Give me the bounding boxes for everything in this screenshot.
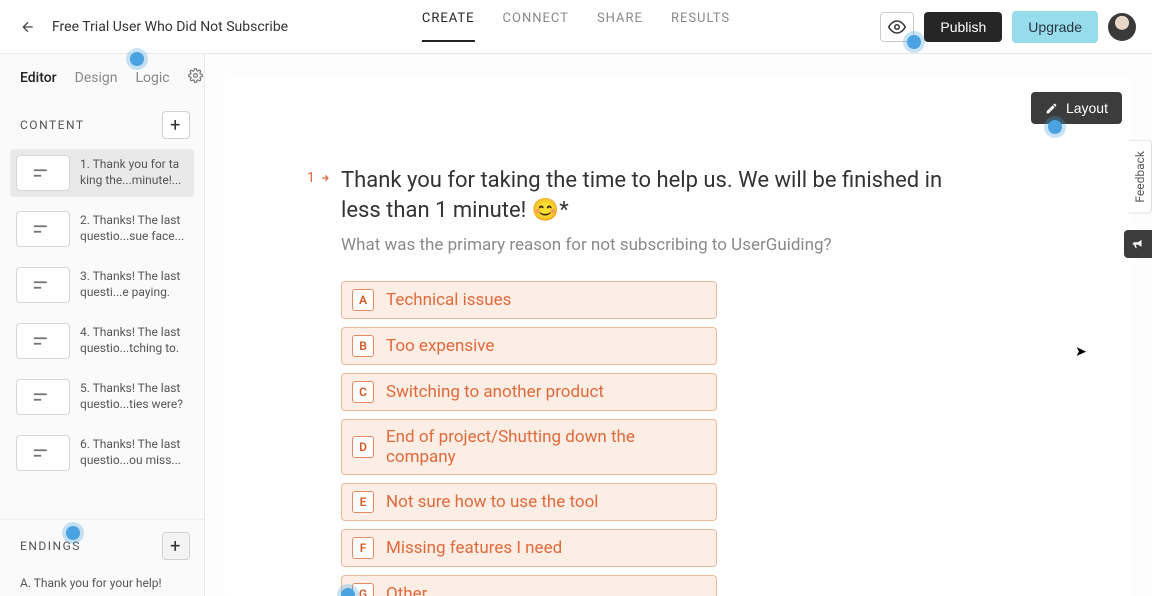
tab-create[interactable]: CREATE — [422, 11, 475, 42]
workspace: Editor Design Logic CONTENT + 1. Thank y… — [0, 54, 1152, 596]
tab-results[interactable]: RESULTS — [671, 11, 730, 42]
list-item[interactable]: 1. Thank you for ta king the...minute!..… — [10, 149, 194, 197]
choice-label: Not sure how to use the tool — [386, 492, 598, 512]
feedback-icon-button[interactable] — [1124, 230, 1152, 258]
choice-label: End of project/Shutting down the company — [386, 427, 706, 467]
choice-label: Missing features I need — [386, 538, 562, 558]
choice-option[interactable]: E Not sure how to use the tool — [341, 483, 717, 521]
choice-option[interactable]: F Missing features I need — [341, 529, 717, 567]
back-button[interactable] — [16, 15, 40, 39]
pulse-dot — [907, 35, 921, 49]
choice-key: D — [352, 436, 374, 458]
item-label: 6. Thanks! The last questio...ou miss... — [80, 437, 188, 468]
pulse-dot — [130, 52, 144, 66]
side-tab-editor[interactable]: Editor — [20, 70, 57, 86]
item-thumb — [16, 211, 70, 247]
side-tab-design[interactable]: Design — [75, 70, 118, 86]
nav-tabs: CREATE CONNECT SHARE RESULTS — [422, 11, 730, 42]
text-icon — [32, 446, 54, 460]
list-item[interactable]: 5. Thanks! The last questio...ties were? — [10, 373, 194, 421]
item-thumb — [16, 435, 70, 471]
arrow-right-icon — [319, 173, 331, 183]
choice-label: Too expensive — [386, 336, 494, 356]
gear-icon — [188, 68, 203, 83]
sidebar: Editor Design Logic CONTENT + 1. Thank y… — [0, 54, 205, 596]
item-label: 2. Thanks! The last questio...sue face..… — [80, 213, 188, 244]
avatar[interactable] — [1108, 13, 1136, 41]
tab-share[interactable]: SHARE — [597, 11, 643, 42]
form-title[interactable]: Free Trial User Who Did Not Subscribe — [52, 19, 288, 35]
choice-key: B — [352, 335, 374, 357]
choice-option[interactable]: C Switching to another product — [341, 373, 717, 411]
endings-label: ENDINGS — [20, 539, 81, 553]
item-thumb — [16, 379, 70, 415]
text-icon — [32, 334, 54, 348]
choice-option[interactable]: D End of project/Shutting down the compan… — [341, 419, 717, 475]
side-tabs: Editor Design Logic — [0, 54, 204, 95]
content-header: CONTENT + — [0, 95, 204, 149]
choice-key: F — [352, 537, 374, 559]
choice-label: Other — [386, 584, 427, 596]
question-description[interactable]: What was the primary reason for not subs… — [341, 235, 1070, 255]
add-ending-button[interactable]: + — [162, 532, 190, 560]
content-items: 1. Thank you for ta king the...minute!..… — [0, 149, 204, 519]
choice-key: G — [352, 583, 374, 596]
list-item[interactable]: 4. Thanks! The last questio...tching to. — [10, 317, 194, 365]
canvas: Layout 1 Thank you for taking the time t… — [205, 54, 1152, 596]
pulse-dot — [1048, 120, 1062, 134]
eye-icon — [888, 18, 906, 36]
pulse-dot — [66, 526, 80, 540]
pulse-dot — [341, 588, 355, 596]
tab-connect[interactable]: CONNECT — [503, 11, 569, 42]
publish-button[interactable]: Publish — [924, 12, 1002, 42]
text-icon — [32, 278, 54, 292]
choice-option[interactable]: G Other — [341, 575, 717, 596]
item-thumb — [16, 323, 70, 359]
endings-header: ENDINGS + — [0, 519, 204, 570]
item-thumb — [16, 267, 70, 303]
ending-item[interactable]: A. Thank you for your help! — [0, 570, 204, 596]
content-label: CONTENT — [20, 118, 85, 132]
layout-button[interactable]: Layout — [1031, 92, 1122, 124]
list-item[interactable]: 2. Thanks! The last questio...sue face..… — [10, 205, 194, 253]
topbar-right: Publish Upgrade — [880, 11, 1136, 43]
list-item[interactable]: 6. Thanks! The last questio...ou miss... — [10, 429, 194, 477]
item-label: 5. Thanks! The last questio...ties were? — [80, 381, 188, 412]
list-item[interactable]: 3. Thanks! The last questi...e paying. — [10, 261, 194, 309]
side-tab-logic[interactable]: Logic — [135, 70, 169, 86]
preview-button[interactable] — [880, 12, 914, 42]
topbar: Free Trial User Who Did Not Subscribe CR… — [0, 0, 1152, 54]
choices: A Technical issues B Too expensive C Switch… — [341, 281, 717, 596]
choice-key: A — [352, 289, 374, 311]
choice-key: E — [352, 491, 374, 513]
item-label: 1. Thank you for ta king the...minute!..… — [80, 157, 188, 188]
add-question-button[interactable]: + — [162, 111, 190, 139]
settings-button[interactable] — [188, 68, 203, 87]
choice-label: Technical issues — [386, 290, 511, 310]
text-icon — [32, 390, 54, 404]
item-label: 4. Thanks! The last questio...tching to. — [80, 325, 188, 356]
question-number: 1 — [307, 170, 331, 186]
choice-label: Switching to another product — [386, 382, 604, 402]
item-thumb — [16, 155, 70, 191]
choice-option[interactable]: A Technical issues — [341, 281, 717, 319]
item-label: 3. Thanks! The last questi...e paying. — [80, 269, 188, 300]
choice-key: C — [352, 381, 374, 403]
text-icon — [32, 166, 54, 180]
text-icon — [32, 222, 54, 236]
megaphone-icon — [1131, 237, 1145, 251]
canvas-inner: Layout 1 Thank you for taking the time t… — [223, 78, 1134, 596]
upgrade-button[interactable]: Upgrade — [1012, 11, 1098, 43]
pencil-icon — [1045, 102, 1058, 115]
choice-option[interactable]: B Too expensive — [341, 327, 717, 365]
feedback-tab[interactable]: Feedback — [1129, 140, 1152, 214]
question-title[interactable]: Thank you for taking the time to help us… — [341, 166, 981, 225]
